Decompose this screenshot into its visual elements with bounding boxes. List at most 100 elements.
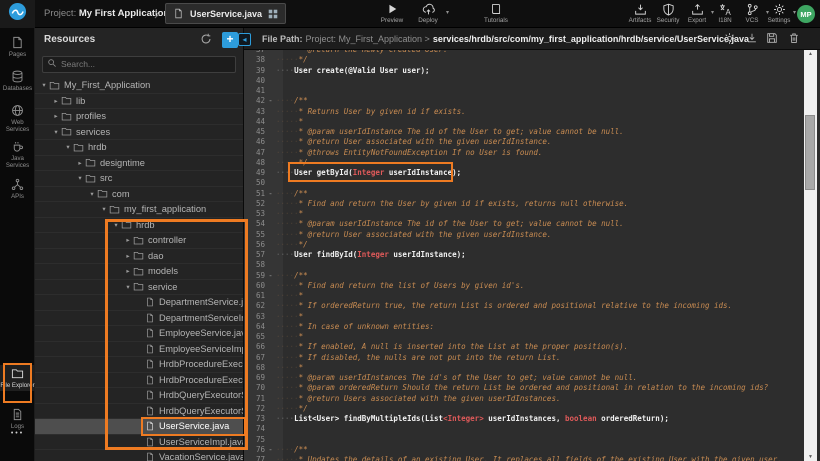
fold-marker-icon	[265, 117, 276, 127]
rail-item-apis[interactable]: APIs	[0, 176, 35, 202]
tree-item-employeeserviceimpl-java[interactable]: EmployeeServiceImpl.java	[35, 342, 243, 358]
tree-item-dao[interactable]: ▸dao	[35, 249, 243, 265]
tree-item-service[interactable]: ▾service	[35, 280, 243, 296]
page-icon	[0, 36, 35, 49]
line-number: 43	[244, 107, 265, 117]
tree-item-label: com	[112, 189, 130, 199]
code-line-38: 38·····*/	[244, 55, 820, 65]
tree-item-com[interactable]: ▾com	[35, 187, 243, 203]
fold-marker-icon	[265, 168, 276, 178]
scrollbar-thumb[interactable]	[805, 115, 815, 190]
fold-marker-icon	[265, 281, 276, 291]
fold-marker-icon	[265, 107, 276, 117]
code-line-45: 45·····* @param userIdInstance The id of…	[244, 127, 820, 137]
tree-item-hrdbqueryexecutorserviceimpl-java[interactable]: HrdbQueryExecutorServiceImpl.java	[35, 404, 243, 420]
collapse-panel-button[interactable]: ◂	[238, 33, 251, 46]
more-options-button[interactable]: •••	[0, 430, 35, 437]
line-number: 76	[244, 445, 265, 455]
rail-item-file-explorer[interactable]: File Explorer	[0, 365, 35, 391]
rail-item-java-services[interactable]: Java Services	[0, 138, 35, 171]
fold-marker-icon[interactable]: -	[265, 189, 276, 199]
add-resource-button[interactable]: +	[222, 32, 238, 48]
code-line-48: 48·····*/	[244, 158, 820, 168]
tree-item-services[interactable]: ▾services	[35, 125, 243, 141]
tree-item-my-first-application[interactable]: ▾My_First_Application	[35, 78, 243, 94]
code-lines: 37·····* @return the newly created User.…	[244, 50, 820, 461]
tree-item-departmentservice-java[interactable]: DepartmentService.java	[35, 295, 243, 311]
scroll-up-arrow-icon[interactable]: ▲	[804, 51, 817, 57]
tree-item-hrdb[interactable]: ▾hrdb	[35, 140, 243, 156]
tree-item-label: service	[148, 282, 177, 292]
tree-item-profiles[interactable]: ▸profiles	[35, 109, 243, 125]
refresh-button[interactable]	[200, 33, 212, 45]
code-line-60: 60·····* Find and return the list of Use…	[244, 281, 820, 291]
action-settings[interactable]: ▾Settings	[763, 2, 795, 24]
line-number: 39	[244, 66, 265, 76]
file-path-label: File Path:	[262, 34, 303, 44]
tree-item-hrdb[interactable]: ▾hrdb	[35, 218, 243, 234]
app-logo[interactable]	[0, 0, 35, 28]
rail-item-databases[interactable]: Databases	[0, 68, 35, 94]
code-text	[276, 178, 820, 188]
code-text: ·····* @param userIdInstance The id of t…	[276, 127, 820, 137]
fold-marker-icon[interactable]: -	[265, 96, 276, 106]
download-button[interactable]	[746, 32, 758, 44]
code-text: ·····*/	[276, 158, 820, 168]
tree-item-departmentserviceimpl-java[interactable]: DepartmentServiceImpl.java	[35, 311, 243, 327]
delete-button[interactable]	[788, 32, 800, 44]
scroll-down-arrow-icon[interactable]: ▼	[804, 454, 817, 460]
tree-item-employeeservice-java[interactable]: EmployeeService.java	[35, 326, 243, 342]
user-avatar[interactable]: MP	[797, 5, 815, 23]
tree-item-src[interactable]: ▾src	[35, 171, 243, 187]
code-text: ·····* If enabled, A null is inserted in…	[276, 342, 820, 352]
rail-item-logs[interactable]: Logs	[0, 406, 35, 432]
tree-item-label: my_first_application	[124, 204, 206, 214]
resource-search	[42, 54, 236, 71]
rail-item-label: Pages	[0, 51, 35, 58]
tree-item-lib[interactable]: ▸lib	[35, 94, 243, 110]
tree-item-models[interactable]: ▸models	[35, 264, 243, 280]
tree-item-userserviceimpl-java[interactable]: UserServiceImpl.java	[35, 435, 243, 451]
code-area[interactable]: 37·····* @return the newly created User.…	[244, 50, 820, 461]
save-button[interactable]	[766, 32, 778, 44]
tree-arrow-icon: ▸	[51, 97, 61, 105]
line-number: 62	[244, 301, 265, 311]
open-file-tab[interactable]: UserService.java	[165, 3, 286, 24]
code-line-51: 51-····/**	[244, 189, 820, 199]
tree-item-label: hrdb	[88, 142, 107, 152]
folder-icon	[133, 266, 144, 277]
tree-item-userservice-java[interactable]: UserService.java	[35, 419, 243, 435]
fold-marker-icon	[265, 66, 276, 76]
grid-menu-icon[interactable]	[268, 9, 278, 19]
fold-marker-icon[interactable]: -	[265, 445, 276, 455]
preview-button[interactable]: Preview	[372, 2, 412, 24]
tree-arrow-icon: ▾	[39, 81, 49, 89]
tree-item-label: HrdbQueryExecutorService.java	[159, 390, 243, 400]
search-input[interactable]	[42, 56, 236, 73]
code-text: ·····* Returns User by given id if exist…	[276, 107, 820, 117]
settings-button[interactable]	[723, 32, 736, 45]
play-icon	[372, 2, 412, 16]
tree-item-my-first-application[interactable]: ▾my_first_application	[35, 202, 243, 218]
file-icon	[145, 297, 155, 307]
action-security[interactable]: Security	[652, 2, 684, 24]
tree-item-designtime[interactable]: ▸designtime	[35, 156, 243, 172]
tree-item-label: EmployeeService.java	[159, 328, 243, 338]
line-number: 51	[244, 189, 265, 199]
fold-marker-icon	[265, 404, 276, 414]
tree-item-hrdbprocedureexecutorserviceimpl-java[interactable]: HrdbProcedureExecutorServiceImpl.java	[35, 373, 243, 389]
tree-item-vacationservice-java[interactable]: VacationService.java	[35, 450, 243, 461]
tree-item-hrdbprocedureexecutorservice-java[interactable]: HrdbProcedureExecutorService.java	[35, 357, 243, 373]
code-text: ·····* Updates the details of an existin…	[276, 455, 820, 461]
file-icon	[145, 437, 155, 447]
fold-marker-icon[interactable]: -	[265, 271, 276, 281]
tree-item-controller[interactable]: ▸controller	[35, 233, 243, 249]
tree-item-hrdbqueryexecutorservice-java[interactable]: HrdbQueryExecutorService.java	[35, 388, 243, 404]
line-number: 68	[244, 363, 265, 373]
rail-item-web-services[interactable]: Web Services	[0, 102, 35, 135]
code-line-58: 58	[244, 260, 820, 270]
deploy-button[interactable]: ▾ Deploy	[408, 2, 448, 24]
tutorials-button[interactable]: Tutorials	[476, 2, 516, 24]
rail-item-pages[interactable]: Pages	[0, 34, 35, 60]
editor-scrollbar[interactable]: ▲ ▼	[804, 50, 817, 461]
